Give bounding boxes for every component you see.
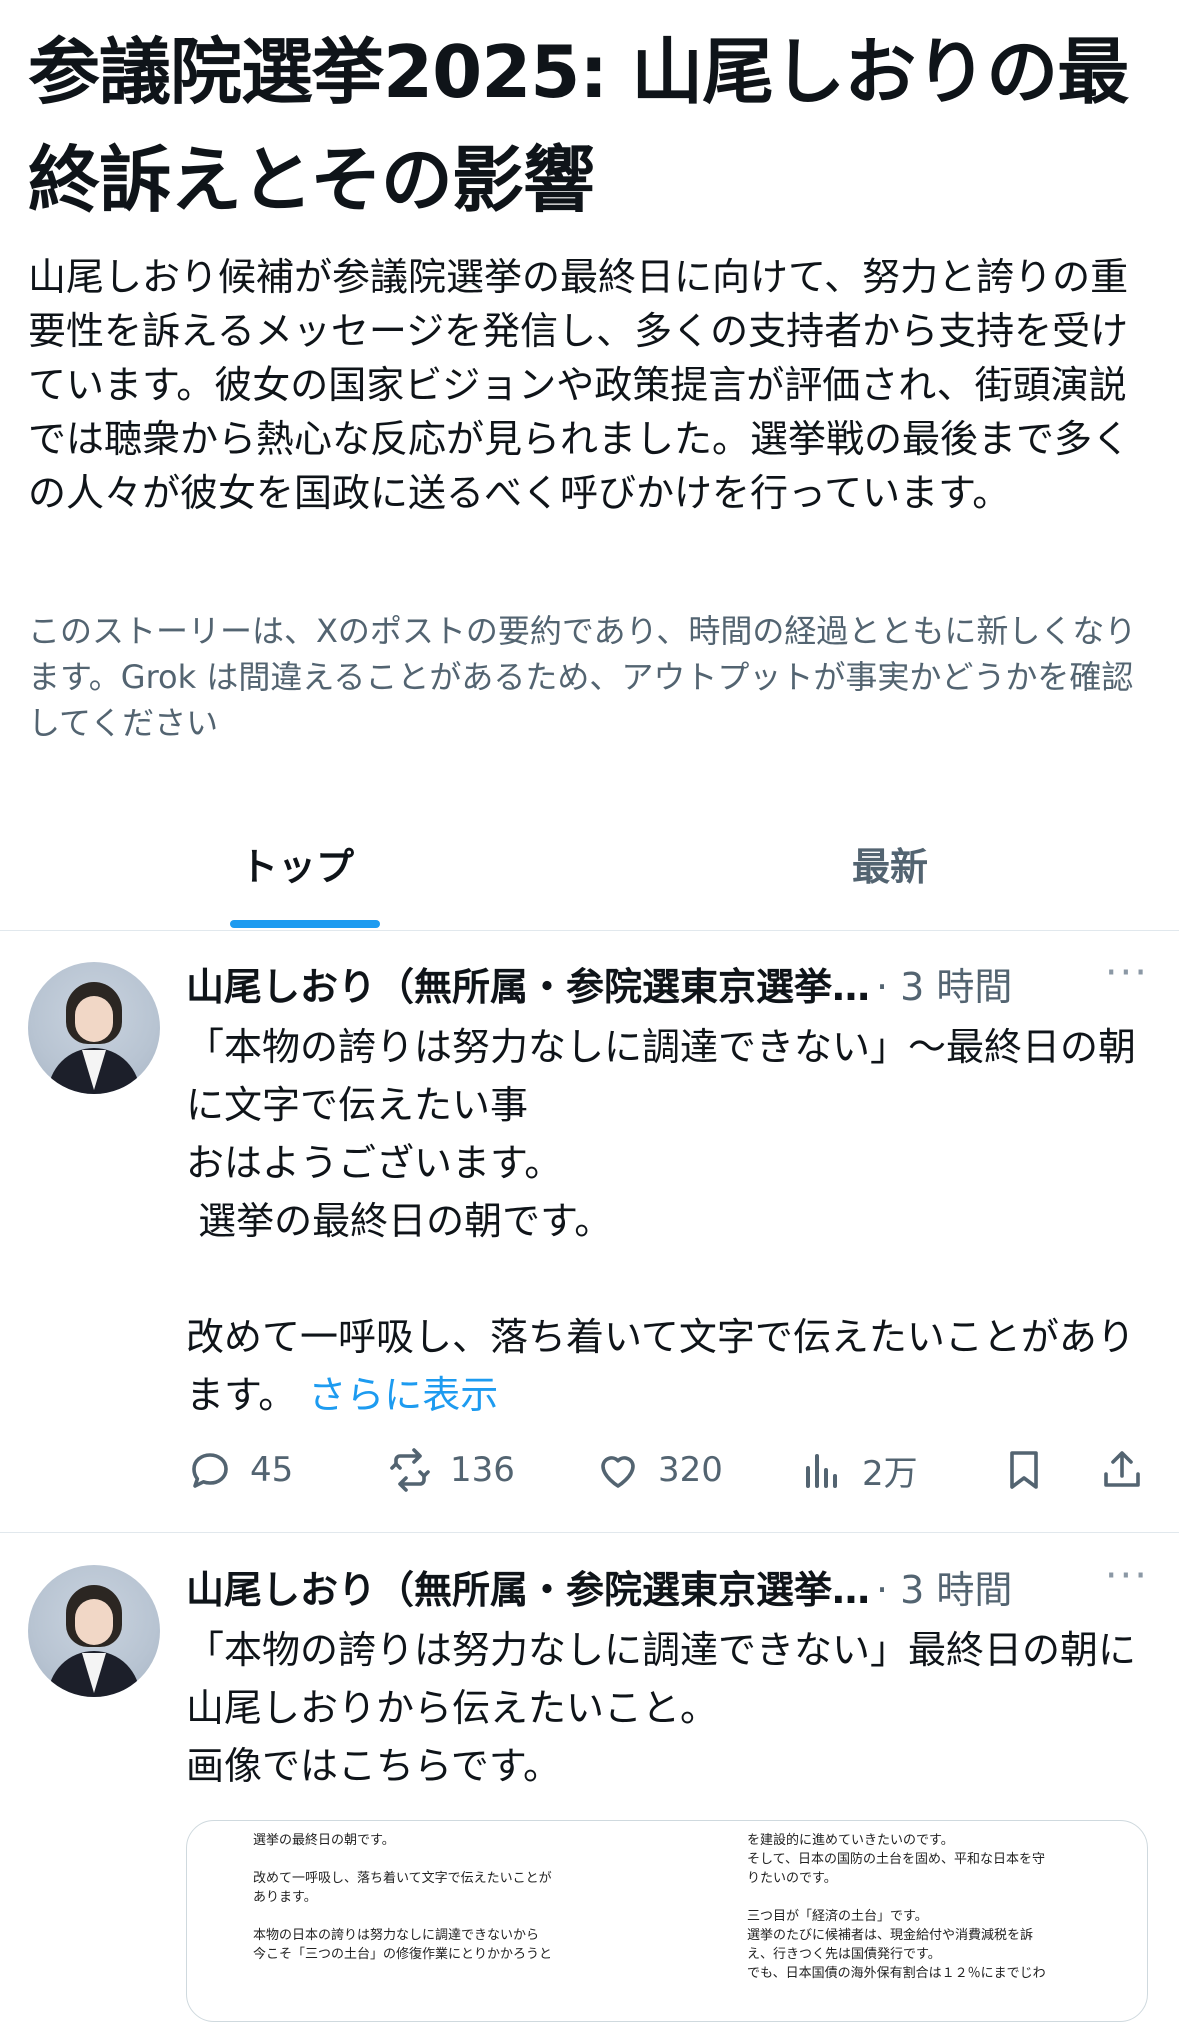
repost-icon (390, 1448, 430, 1492)
tab-bar: トップ 最新 (0, 812, 1179, 931)
post-image[interactable]: 選挙の最終日の朝です。 改めて一呼吸し、落ち着いて文字で伝えたいことが あります… (186, 1820, 1148, 2022)
show-more-link[interactable]: さらに表示 (308, 1373, 498, 1417)
post-card[interactable]: 山尾しおり（無所属・参院選東京選挙… · 3 時間 ··· 「本物の誇りは努力なし… (0, 1535, 1179, 2022)
story-summary: 山尾しおり候補が参議院選挙の最終日に向けて、努力と誇りの重要性を訴えるメッセージ… (28, 255, 1131, 515)
reply-icon (192, 1453, 228, 1488)
post-text: 「本物の誇りは努力なしに調達できない」〜最終日の朝に文字で伝えたい事 おはようご… (186, 1018, 1136, 1424)
grok-disclaimer: このストーリーは、Xのポストの要約であり、時間の経過とともに新しくなります。Gr… (28, 612, 1137, 742)
reply-count: 45 (250, 1450, 294, 1490)
story-title: 参議院選挙2025: 山尾しおりの最終訴えとその影響 (28, 30, 1129, 222)
tab-latest[interactable]: 最新 (852, 836, 928, 891)
post-text-content: 「本物の誇りは努力なしに調達できない」〜最終日の朝に文字で伝えたい事 おはようご… (186, 1025, 1137, 1417)
share-button[interactable] (1098, 1440, 1146, 1500)
post-time[interactable]: · 3 時間 (876, 965, 1012, 1009)
more-options-icon[interactable]: ··· (1105, 1553, 1149, 1599)
bookmark-icon (1010, 1451, 1038, 1489)
post-text: 「本物の誇りは努力なしに調達できない」最終日の朝に山尾しおりから伝えたいこと。 … (186, 1628, 1137, 1788)
image-text-right: を建設的に進めていきたいのです。 そして、日本の国防の土台を固め、平和な日本を守… (747, 1833, 1046, 1981)
view-count: 2万 (862, 1453, 918, 1494)
views-button[interactable]: 2万 (798, 1440, 918, 1500)
image-text-left: 選挙の最終日の朝です。 改めて一呼吸し、落ち着いて文字で伝えたいことが あります… (253, 1833, 553, 1962)
author-name[interactable]: 山尾しおり（無所属・参院選東京選挙… (186, 965, 870, 1009)
avatar[interactable] (28, 1565, 160, 1697)
more-options-icon[interactable]: ··· (1105, 950, 1149, 996)
avatar[interactable] (28, 962, 160, 1094)
repost-count: 136 (450, 1450, 515, 1490)
tab-top[interactable]: トップ (240, 836, 354, 891)
post-meta: 山尾しおり（無所属・参院選東京選挙… · 3 時間 (186, 1559, 1136, 1612)
author-name[interactable]: 山尾しおり（無所属・参院選東京選挙… (186, 1568, 870, 1612)
heart-icon (601, 1456, 635, 1488)
reply-button[interactable]: 45 (186, 1440, 293, 1500)
active-tab-indicator (230, 920, 380, 928)
post-card[interactable]: 山尾しおり（無所属・参院選東京選挙… · 3 時間 ··· 「本物の誇りは努力なし… (0, 932, 1179, 1533)
like-button[interactable]: 320 (594, 1440, 723, 1500)
post-time[interactable]: · 3 時間 (876, 1568, 1012, 1612)
post-actions: 45 136 320 2万 (186, 1440, 1146, 1500)
story-page: 参議院選挙2025: 山尾しおりの最終訴えとその影響 山尾しおり候補が参議院選挙… (0, 0, 1179, 2022)
repost-button[interactable]: 136 (386, 1440, 515, 1500)
post-meta: 山尾しおり（無所属・参院選東京選挙… · 3 時間 (186, 956, 1136, 1009)
analytics-icon (806, 1454, 837, 1488)
share-icon (1104, 1451, 1140, 1487)
bookmark-button[interactable] (1000, 1440, 1048, 1500)
like-count: 320 (658, 1450, 723, 1490)
